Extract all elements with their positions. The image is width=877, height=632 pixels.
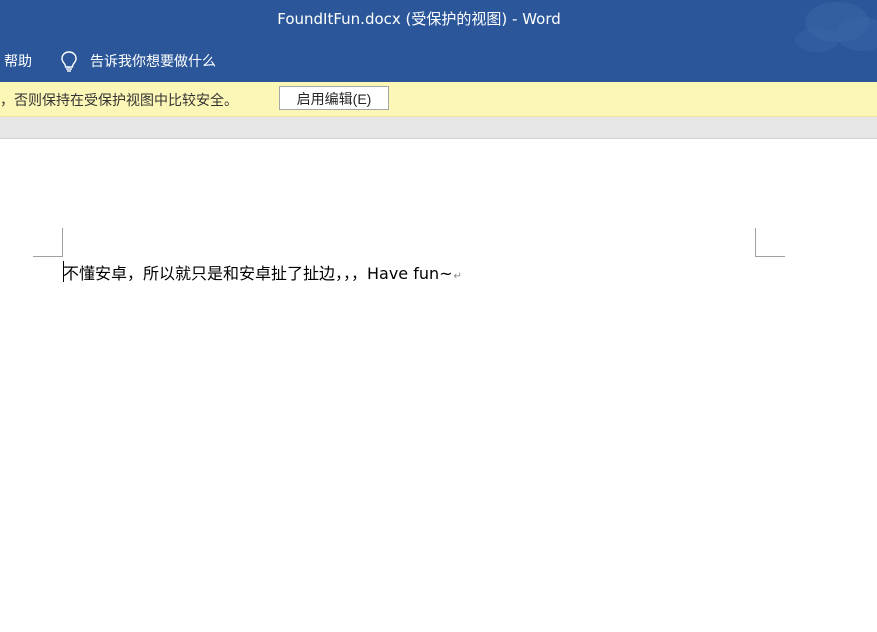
document-paragraph[interactable]: 不懂安卓，所以就只是和安卓扯了扯边，，，Have fun~ ↵ (63, 260, 462, 284)
document-page[interactable]: 不懂安卓，所以就只是和安卓扯了扯边，，，Have fun~ ↵ (0, 139, 877, 632)
tab-help[interactable]: 帮助 (4, 51, 32, 71)
tell-me-label: 告诉我你想要做什么 (90, 54, 216, 70)
text-cursor (63, 261, 64, 282)
crop-mark-top-right (755, 228, 785, 257)
enable-editing-button[interactable]: 启用编辑(E) (279, 86, 389, 110)
protected-view-message: ，否则保持在受保护视图中比较安全。 (0, 93, 238, 109)
paragraph-mark-icon: ↵ (453, 271, 462, 282)
crop-mark-top-left (33, 228, 63, 257)
paragraph-text: 不懂安卓，所以就只是和安卓扯了扯边，，，Have fun~ (63, 264, 453, 283)
title-bar: FoundItFun.docx (受保护的视图) - Word 帮助 告诉我你想… (0, 0, 877, 82)
protected-view-bar: ，否则保持在受保护视图中比较安全。 启用编辑(E) (0, 82, 877, 117)
lightbulb-icon (61, 51, 77, 72)
window-title: FoundItFun.docx (受保护的视图) - Word (277, 10, 561, 28)
ribbon-tabs: 帮助 告诉我你想要做什么 (0, 46, 877, 76)
tell-me-search[interactable]: 告诉我你想要做什么 (60, 48, 216, 74)
ruler-strip (0, 117, 877, 139)
